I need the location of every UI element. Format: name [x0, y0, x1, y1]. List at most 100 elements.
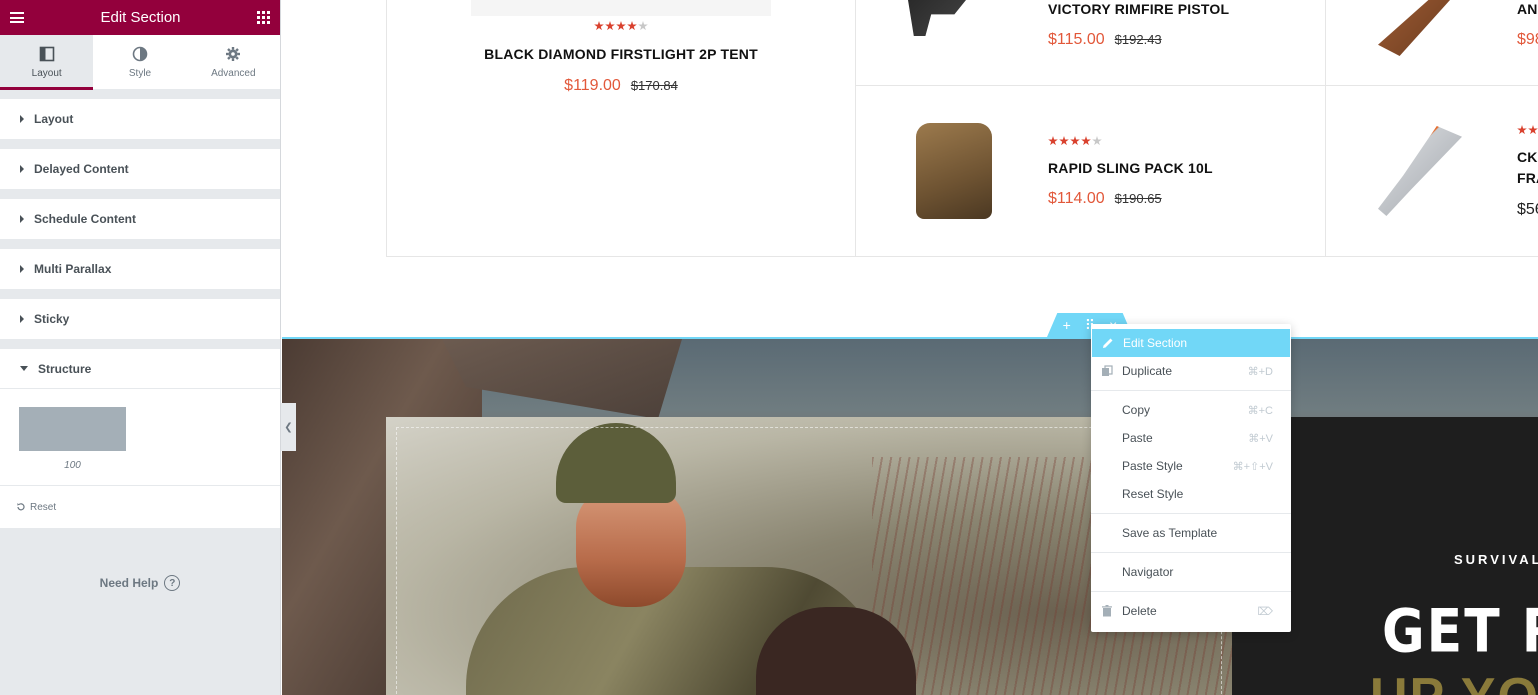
product-old-price: $190.65 — [1114, 191, 1162, 206]
hero-section[interactable]: SURVIVAL O GET REA UP YOUR — [282, 337, 1538, 695]
product-name-line2[interactable]: FRA — [1517, 170, 1538, 186]
panel-header: Edit Section — [0, 0, 280, 35]
structure-preset-label: 100 — [64, 460, 81, 471]
elementor-editor: Edit Section Layout Style Advanced Layou… — [0, 0, 1538, 695]
panel-tabs: Layout Style Advanced — [0, 35, 280, 90]
caret-right-icon — [20, 165, 24, 173]
product-price: $56 — [1517, 201, 1538, 218]
menu-item-label: Copy — [1122, 403, 1151, 417]
caret-right-icon — [20, 115, 24, 123]
section-label: Structure — [38, 361, 92, 376]
menu-item-duplicate[interactable]: Duplicate ⌘+D — [1091, 357, 1291, 385]
product-card-partial-knife[interactable]: CK FRA $56 — [1325, 85, 1538, 257]
product-price-row: $114.00 $190.65 — [1048, 190, 1162, 208]
section-label: Multi Parallax — [34, 262, 112, 276]
product-card-partial-top[interactable]: AN $98 — [1325, 0, 1538, 86]
menu-item-label: Reset Style — [1122, 487, 1184, 501]
contrast-icon — [132, 46, 148, 61]
promo-headline-2: UP YOUR — [1370, 667, 1538, 695]
product-price: $98 — [1517, 31, 1538, 48]
menu-item-shortcut: ⌘+D — [1247, 365, 1273, 378]
context-menu: Edit Section Duplicate ⌘+D Copy ⌘+C Past… — [1091, 324, 1291, 632]
menu-item-delete[interactable]: Delete ⌦ — [1091, 597, 1291, 625]
panel-controls: Layout Delayed Content Schedule Content … — [0, 90, 280, 528]
star-icon — [1048, 136, 1058, 146]
need-help-label: Need Help — [99, 576, 159, 590]
menu-item-label: Delete — [1122, 604, 1157, 618]
shotgun-image — [1378, 0, 1450, 56]
star-icon — [1092, 136, 1102, 146]
grid-icon[interactable] — [256, 11, 270, 24]
menu-separator — [1091, 513, 1291, 514]
caret-right-icon — [20, 315, 24, 323]
section-multi-parallax[interactable]: Multi Parallax — [0, 249, 280, 289]
menu-item-paste[interactable]: Paste ⌘+V — [1091, 424, 1291, 452]
product-old-price: $170.84 — [630, 78, 678, 93]
product-old-price: $192.43 — [1114, 32, 1162, 47]
product-name[interactable]: VICTORY RIMFIRE PISTOL — [1048, 1, 1229, 17]
structure-preset-100[interactable] — [19, 407, 126, 451]
star-icon — [616, 21, 626, 31]
reset-icon — [17, 503, 25, 511]
tab-advanced-label: Advanced — [211, 67, 256, 79]
menu-item-paste-style[interactable]: Paste Style ⌘+⇧+V — [1091, 452, 1291, 480]
add-section-icon[interactable]: + — [1063, 317, 1071, 333]
section-delayed-content[interactable]: Delayed Content — [0, 149, 280, 189]
star-icon — [1528, 125, 1538, 135]
product-name-line1[interactable]: CK — [1517, 149, 1538, 165]
backpack-image — [916, 123, 992, 219]
tab-style[interactable]: Style — [93, 35, 186, 89]
section-layout[interactable]: Layout — [0, 99, 280, 139]
menu-item-shortcut: ⌦ — [1257, 605, 1273, 618]
star-icon — [1081, 136, 1091, 146]
hamburger-icon[interactable] — [10, 12, 24, 23]
section-label: Layout — [34, 112, 74, 126]
section-structure[interactable]: Structure — [0, 349, 280, 389]
menu-item-save-as-template[interactable]: Save as Template — [1091, 519, 1291, 547]
star-icon — [605, 21, 615, 31]
menu-item-label: Paste — [1122, 431, 1153, 445]
page-canvas: BLACK DIAMOND FIRSTLIGHT 2P TENT $119.00… — [282, 0, 1538, 695]
section-label: Schedule Content — [34, 212, 137, 226]
chevron-left-icon: ❮ — [284, 421, 293, 433]
menu-item-shortcut: ⌘+⇧+V — [1232, 460, 1273, 473]
promo-subtitle: SURVIVAL O — [1454, 552, 1538, 567]
product-price: $119.00 — [564, 77, 621, 94]
tab-layout[interactable]: Layout — [0, 35, 94, 90]
section-sticky[interactable]: Sticky — [0, 299, 280, 339]
menu-item-label: Navigator — [1122, 565, 1174, 579]
caret-down-icon — [20, 366, 28, 371]
product-price-row: $119.00 $170.84 — [387, 77, 855, 95]
reset-label: Reset — [30, 501, 57, 513]
product-name[interactable]: AN — [1517, 1, 1538, 17]
product-card-pistol[interactable]: VICTORY RIMFIRE PISTOL $115.00 $192.43 — [855, 0, 1326, 86]
product-card-tent[interactable]: BLACK DIAMOND FIRSTLIGHT 2P TENT $119.00… — [386, 0, 856, 257]
structure-presets: 100 — [0, 389, 280, 486]
reset-button[interactable]: Reset — [0, 486, 280, 528]
star-icon — [627, 21, 637, 31]
menu-separator — [1091, 552, 1291, 553]
caret-right-icon — [20, 215, 24, 223]
product-name[interactable]: RAPID SLING PACK 10L — [1048, 160, 1213, 176]
tab-advanced[interactable]: Advanced — [187, 35, 280, 89]
product-name[interactable]: BLACK DIAMOND FIRSTLIGHT 2P TENT — [387, 46, 855, 62]
menu-item-label: Duplicate — [1122, 364, 1173, 378]
menu-item-shortcut: ⌘+V — [1248, 432, 1273, 445]
menu-item-navigator[interactable]: Navigator — [1091, 558, 1291, 586]
menu-separator — [1091, 591, 1291, 592]
rating-stars — [594, 21, 648, 31]
need-help-link[interactable]: Need Help ? — [0, 575, 280, 591]
rating-stars — [1517, 125, 1538, 135]
menu-item-edit-section[interactable]: Edit Section — [1092, 329, 1290, 357]
panel-title: Edit Section — [100, 9, 181, 26]
promo-headline: GET REA — [1382, 597, 1538, 667]
collapse-panel-button[interactable]: ❮ — [281, 403, 296, 451]
section-schedule-content[interactable]: Schedule Content — [0, 199, 280, 239]
star-icon — [1517, 125, 1527, 135]
trash-icon — [1102, 605, 1112, 617]
menu-item-reset-style[interactable]: Reset Style — [1091, 480, 1291, 508]
pistol-image — [908, 0, 966, 36]
product-card-sling[interactable]: RAPID SLING PACK 10L $114.00 $190.65 — [855, 85, 1326, 257]
menu-item-copy[interactable]: Copy ⌘+C — [1091, 396, 1291, 424]
star-icon — [1070, 136, 1080, 146]
